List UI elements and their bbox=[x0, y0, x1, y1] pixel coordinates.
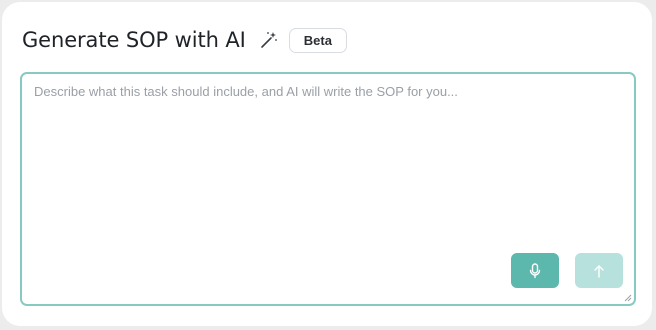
generate-sop-card: Generate SOP with AI Beta bbox=[2, 2, 652, 326]
page-title: Generate SOP with AI bbox=[22, 28, 246, 52]
arrow-up-icon bbox=[594, 264, 604, 278]
beta-badge: Beta bbox=[288, 27, 347, 53]
submit-button[interactable] bbox=[575, 253, 623, 288]
sop-prompt-editor bbox=[20, 72, 636, 306]
microphone-icon bbox=[529, 262, 541, 278]
resize-handle-icon[interactable] bbox=[624, 294, 632, 302]
card-header: Generate SOP with AI Beta bbox=[22, 26, 347, 54]
magic-wand-icon bbox=[259, 30, 279, 50]
voice-input-button[interactable] bbox=[511, 253, 559, 288]
